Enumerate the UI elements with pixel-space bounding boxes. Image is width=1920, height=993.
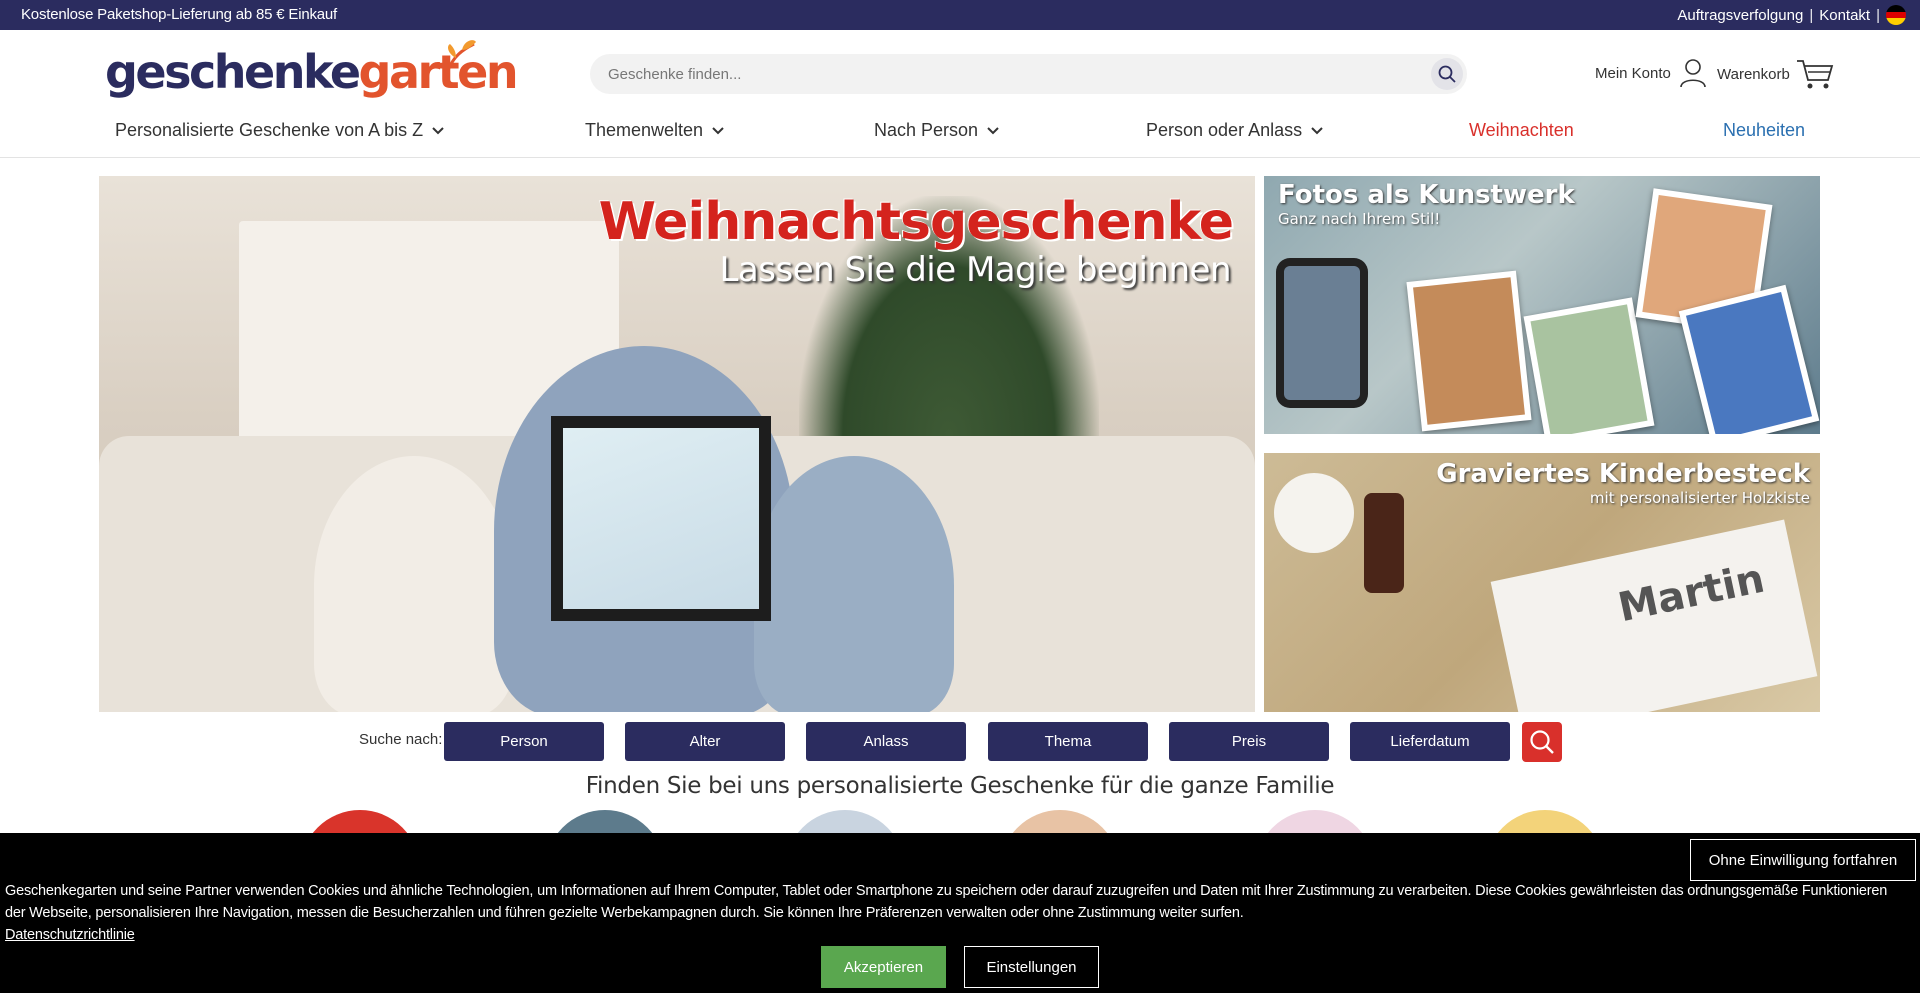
logo-text-part2: garten [358,45,519,99]
nav-label: Personalisierte Geschenke von A bis Z [115,120,424,140]
side-banner-subtitle: Ganz nach Ihrem Stil! [1278,210,1441,228]
nav-label: Weihnachten [1469,120,1574,140]
site-logo[interactable]: geschenkegarten [105,40,519,102]
contact-link[interactable]: Kontakt [1819,7,1870,24]
hero-banner[interactable]: Weihnachtsgeschenke Lassen Sie die Magie… [99,176,1255,712]
account-label: Mein Konto [1595,64,1671,82]
chevron-down-icon [987,126,999,134]
cart-icon [1796,60,1834,89]
filter-button-delivery-date[interactable]: Lieferdatum [1350,722,1510,761]
filter-label: Suche nach: [359,731,443,748]
cotton-decoration-image [1274,473,1354,553]
phone-image [1276,258,1368,408]
nav-item-themenwelten[interactable]: Themenwelten [585,120,725,141]
search-icon [1438,65,1456,83]
cookie-settings-button[interactable]: Einstellungen [964,946,1099,988]
hero-subtitle: Lassen Sie die Magie beginnen [719,250,1231,290]
main-navigation: Personalisierte Geschenke von A bis Z Th… [0,112,1920,158]
user-icon [1680,59,1706,88]
privacy-policy-link[interactable]: Datenschutzrichtlinie [5,924,1905,946]
nav-item-neuheiten[interactable]: Neuheiten [1723,120,1805,141]
top-links: Auftragsverfolgung | Kontakt | [1677,5,1906,25]
side-banner-subtitle: mit personalisierter Holzkiste [1589,489,1810,507]
bottle-image [1364,493,1404,593]
chevron-down-icon [432,126,444,134]
art-card-image [1523,297,1655,434]
logo-text-part1: geschenke [105,45,361,99]
order-tracking-link[interactable]: Auftragsverfolgung [1677,7,1803,24]
girl-figure [314,456,514,712]
filter-bar: Suche nach: Person Alter Anlass Thema Pr… [0,722,1920,762]
nav-label: Themenwelten [585,120,704,140]
nav-item-weihnachten[interactable]: Weihnachten [1469,120,1574,141]
engraved-box-image: Martin [1490,519,1818,712]
search-bar [590,54,1467,94]
section-heading: Finden Sie bei uns personalisierte Gesch… [585,773,1335,799]
separator: | [1809,6,1814,24]
art-card-image [1678,284,1820,434]
continue-without-consent-button[interactable]: Ohne Einwilligung fortfahren [1690,839,1916,881]
chevron-down-icon [1311,126,1323,134]
nav-label: Nach Person [874,120,979,140]
side-banner-cutlery[interactable]: Martin Graviertes Kinderbesteck mit pers… [1264,453,1820,712]
side-banner-title: Graviertes Kinderbesteck [1436,459,1810,489]
logo-leaf-icon [446,40,476,71]
shipping-promo: Kostenlose Paketshop-Lieferung ab 85 € E… [21,6,338,23]
cookie-description: Geschenkegarten und seine Partner verwen… [5,883,1888,921]
cart-label: Warenkorb [1717,65,1790,83]
hero-title: Weihnachtsgeschenke [598,192,1234,252]
separator: | [1876,6,1880,24]
search-icon [1530,730,1554,754]
german-flag-icon[interactable] [1886,5,1906,25]
chevron-down-icon [712,126,724,134]
filter-button-occasion[interactable]: Anlass [806,722,966,761]
cookie-text: Geschenkegarten und seine Partner verwen… [5,880,1905,946]
side-banner-title: Fotos als Kunstwerk [1278,180,1575,210]
cart-link[interactable]: Warenkorb [1717,58,1834,90]
side-banner-photo-art[interactable]: Fotos als Kunstwerk Ganz nach Ihrem Stil… [1264,176,1820,434]
account-link[interactable]: Mein Konto [1595,58,1707,88]
filter-button-price[interactable]: Preis [1169,722,1329,761]
filter-button-age[interactable]: Alter [625,722,785,761]
nav-item-person-oder-anlass[interactable]: Person oder Anlass [1146,120,1324,141]
accept-cookies-button[interactable]: Akzeptieren [821,946,946,988]
nav-label: Person oder Anlass [1146,120,1303,140]
search-button[interactable] [1431,58,1463,90]
nav-label: Neuheiten [1723,120,1806,140]
top-bar: Kostenlose Paketshop-Lieferung ab 85 € E… [0,0,1920,30]
nav-item-gifts-a-z[interactable]: Personalisierte Geschenke von A bis Z [115,120,445,141]
cookie-banner: Ohne Einwilligung fortfahren Geschenkega… [0,833,1920,993]
nav-item-nach-person[interactable]: Nach Person [874,120,1000,141]
filter-button-theme[interactable]: Thema [988,722,1148,761]
search-input[interactable] [608,54,1388,94]
filter-button-person[interactable]: Person [444,722,604,761]
art-card-image [1406,270,1532,432]
boy-figure [754,456,954,712]
box-engraving-text: Martin [1614,555,1769,632]
family-portrait-frame [551,416,771,621]
filter-search-button[interactable] [1522,722,1562,762]
